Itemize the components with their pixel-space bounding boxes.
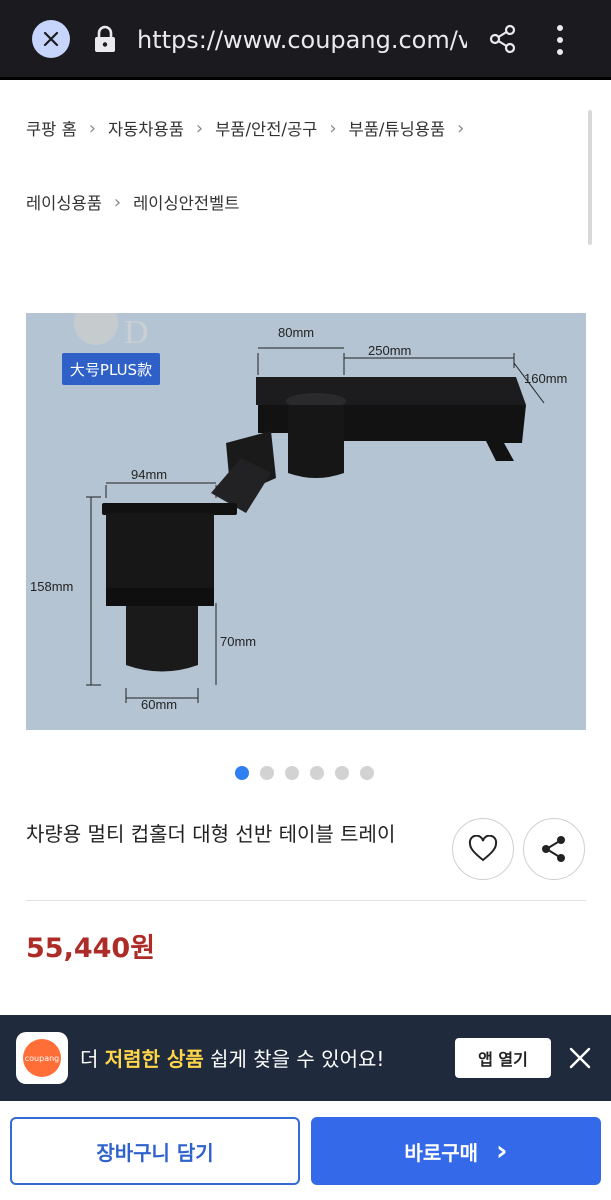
product-title: 차량용 멀티 컵홀더 대형 선반 테이블 트레이 — [26, 822, 396, 846]
banner-message: 더 저렴한 상품 쉽게 찾을 수 있어요! — [80, 1043, 384, 1072]
url-bar[interactable]: https://www.coupang.com/v — [137, 24, 467, 56]
coupang-logo-text: coupang — [23, 1039, 61, 1077]
breadcrumb-link[interactable]: 부품/튜닝용품 — [349, 116, 446, 140]
carousel-dot[interactable] — [260, 766, 274, 780]
breadcrumb-link[interactable]: 부품/안전/공구 — [215, 116, 317, 140]
wishlist-button[interactable] — [452, 818, 514, 880]
carousel-dot[interactable] — [285, 766, 299, 780]
carousel-dot[interactable] — [310, 766, 324, 780]
breadcrumb-link[interactable]: 쿠팡 홈 — [26, 116, 77, 140]
breadcrumb-link[interactable]: 레이싱안전벨트 — [133, 190, 239, 214]
carousel-dot[interactable] — [360, 766, 374, 780]
breadcrumb-row: 레이싱용품 › 레이싱안전벨트 — [26, 182, 586, 222]
heart-icon — [468, 835, 498, 862]
banner-text-post: 쉽게 찾을 수 있어요! — [203, 1047, 385, 1071]
carousel-indicator — [235, 766, 374, 780]
coupang-app-logo: coupang — [16, 1032, 68, 1084]
breadcrumb-link[interactable]: 레이싱용품 — [26, 190, 102, 214]
buy-now-button[interactable]: 바로구매 › — [311, 1117, 601, 1185]
close-tab-button[interactable] — [32, 20, 70, 58]
divider — [26, 900, 586, 901]
scrollbar[interactable] — [588, 110, 592, 245]
dimension-label: 60mm — [141, 697, 177, 712]
dimension-label: 158mm — [30, 579, 73, 594]
product-image[interactable]: D 80mm 250mm 160mm 94mm 158mm 70mm 60mm — [26, 313, 586, 730]
carousel-dot[interactable] — [335, 766, 349, 780]
carousel-dot-active[interactable] — [235, 766, 249, 780]
more-options-icon[interactable] — [550, 22, 570, 58]
breadcrumb: 쿠팡 홈 › 자동차용품 › 부품/안전/공구 › 부품/튜닝용품 › 레이싱용… — [26, 108, 586, 222]
dimension-label: 160mm — [524, 371, 567, 386]
browser-toolbar: https://www.coupang.com/v — [0, 0, 611, 80]
share-button[interactable] — [523, 818, 585, 880]
chevron-right-icon: › — [496, 1134, 508, 1167]
banner-text-highlight: 저렴한 상품 — [104, 1047, 204, 1071]
share-icon[interactable] — [488, 24, 518, 54]
add-to-cart-button[interactable]: 장바구니 담기 — [10, 1117, 300, 1185]
lock-icon[interactable] — [92, 24, 118, 54]
close-icon[interactable] — [568, 1046, 592, 1070]
chevron-right-icon: › — [113, 191, 122, 213]
banner-text-pre: 더 — [80, 1047, 105, 1071]
size-badge: 大号PLUS款 — [62, 353, 160, 385]
chevron-right-icon: › — [88, 117, 96, 139]
chevron-right-icon: › — [329, 117, 337, 139]
watermark-text: D — [124, 314, 149, 351]
buy-now-label: 바로구매 — [404, 1140, 479, 1165]
app-promo-banner: coupang 더 저렴한 상품 쉽게 찾을 수 있어요! 앱 열기 — [0, 1015, 611, 1101]
open-app-button[interactable]: 앱 열기 — [455, 1038, 551, 1078]
dimension-label: 94mm — [131, 467, 167, 482]
product-price: 55,440원 — [26, 933, 156, 964]
dimension-label: 250mm — [368, 343, 411, 358]
breadcrumb-link[interactable]: 자동차용품 — [108, 116, 184, 140]
chevron-right-icon: › — [195, 117, 204, 139]
close-icon — [43, 31, 59, 47]
share-icon — [542, 836, 565, 862]
dimension-label: 80mm — [278, 325, 314, 340]
chevron-right-icon: › — [457, 117, 465, 139]
breadcrumb-row: 쿠팡 홈 › 자동차용품 › 부품/안전/공구 › 부품/튜닝용품 › — [26, 108, 586, 148]
bottom-action-bar: 장바구니 담기 바로구매 › — [0, 1101, 611, 1200]
dimension-label: 70mm — [220, 634, 256, 649]
